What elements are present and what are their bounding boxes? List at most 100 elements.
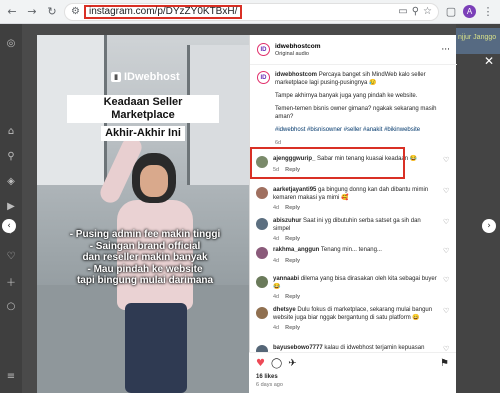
comment-row: dhetsye Dulu fokus di marketplace, sekar… (256, 307, 451, 333)
post-details-panel: ID idwebhostcom Original audio ··· ID id… (249, 35, 457, 393)
audio-label[interactable]: Original audio (275, 51, 436, 57)
browser-toolbar: ← → ↻ ⚙ instagram.com/p/DYzZY0KTBxH/ ▭ ⚲… (0, 0, 500, 24)
avatar[interactable]: ID (257, 43, 270, 56)
menu-icon[interactable]: ≡ (4, 369, 18, 383)
reply-button[interactable]: Reply (285, 294, 300, 302)
caption-time: 6d (275, 140, 282, 146)
brand-logo-icon: ▮ (111, 72, 121, 82)
cast-icon[interactable]: ▭ (398, 6, 407, 17)
comment-time: 4d (273, 205, 280, 211)
avatar[interactable]: A (463, 5, 476, 18)
likes-count[interactable]: 16 likes (256, 374, 449, 380)
brand-name: IDwebhost (124, 71, 180, 83)
comment-like-icon[interactable]: ♡ (443, 276, 451, 302)
comment-time: 4d (273, 294, 280, 300)
avatar[interactable]: ID (257, 71, 270, 84)
comment-text: kalau di idwebhost terjamin kepuasan (324, 345, 425, 351)
reply-button[interactable]: Reply (285, 236, 300, 244)
close-icon[interactable]: ✕ (484, 54, 494, 68)
reply-button[interactable]: Reply (285, 205, 300, 213)
avatar[interactable] (256, 276, 268, 288)
avatar[interactable] (256, 307, 268, 319)
home-icon[interactable]: ⌂ (4, 124, 18, 138)
comment-like-icon[interactable]: ♡ (443, 307, 451, 333)
overlay-line: - Mau pindah ke website (87, 263, 203, 275)
comment-username[interactable]: bayusebowo7777 (273, 345, 323, 351)
overlay-line: - Saingan brand official (89, 240, 201, 252)
comment-username[interactable]: yannaabi (273, 276, 299, 282)
caption-hashtags[interactable]: #idwebhost #bisnisowner #seller #anakit … (275, 126, 449, 134)
comment-icon[interactable]: ◯ (271, 358, 282, 369)
overlay-line: - Pusing admin fee makin tinggi (69, 229, 221, 240)
comment-row: abiszuhur Saat ini yg dibutuhin serba sa… (256, 218, 451, 244)
reply-button[interactable]: Reply (285, 258, 300, 266)
comment-highlight (250, 147, 405, 179)
post-time: 6 days ago (256, 382, 283, 388)
overlay-line: dan reseller makin banyak (82, 252, 208, 263)
prev-post-button[interactable]: ‹ (2, 219, 16, 233)
comment-username[interactable]: dhetsye (273, 307, 296, 313)
comment-time: 4d (273, 325, 280, 331)
comment-username[interactable]: abiszuhur (273, 218, 301, 224)
comment-time: 4d (273, 257, 280, 264)
notifications-icon[interactable]: ♡ (4, 249, 18, 263)
avatar[interactable] (256, 247, 268, 259)
forward-icon[interactable]: → (24, 4, 40, 20)
comment-like-icon[interactable]: ♡ (443, 187, 451, 213)
comment-like-icon[interactable]: ♡ (443, 218, 451, 244)
post-username[interactable]: idwebhostcom (275, 43, 436, 50)
create-icon[interactable]: ＋ (4, 274, 18, 289)
address-bar[interactable]: ⚙ instagram.com/p/DYzZY0KTBxH/ ▭ ⚲ ☆ (64, 2, 439, 21)
search-icon[interactable]: ⚲ (412, 6, 419, 17)
overlay-line: tapi bingung mulai darimana (76, 275, 214, 286)
caption-line: Tampe akhirnya banyak juga yang pindah k… (275, 93, 418, 99)
comment-time: 4d (273, 236, 280, 242)
headline-line: Keadaan Seller Marketplace (67, 95, 219, 123)
back-icon[interactable]: ← (4, 4, 20, 20)
comment-username[interactable]: aarketjayanti95 (273, 187, 316, 193)
avatar[interactable] (256, 218, 268, 230)
person-pants (125, 303, 187, 393)
star-icon[interactable]: ☆ (423, 6, 432, 17)
instagram-sidebar: ◎ ⌂ ⚲ ◈ ▶ ✈ ♡ ＋ ○ ≡ (0, 24, 22, 393)
person-face (140, 165, 168, 197)
video-headline: Keadaan Seller Marketplace Akhir-Akhir I… (67, 95, 219, 141)
comment-text: Tenang min... tenang... (320, 247, 382, 253)
save-icon[interactable]: ⚑ (440, 358, 449, 369)
share-icon[interactable]: ✈ (288, 358, 296, 369)
tab-search-icon[interactable]: ▢ (443, 4, 459, 20)
more-options-icon[interactable]: ··· (441, 45, 450, 55)
comment-row: aarketjayanti95 ga bingung donng kan dah… (256, 187, 451, 213)
comment-username[interactable]: rakhma_anggun (273, 247, 319, 253)
reels-icon[interactable]: ▶ (4, 199, 18, 213)
url-highlight: instagram.com/p/DYzZY0KTBxH/ (83, 4, 243, 19)
post-caption: ID idwebhostcom Percaya banget sih MindW… (257, 71, 449, 147)
background-banner: njjur Janggo (456, 28, 500, 54)
like-icon[interactable]: ♥ (256, 358, 265, 369)
explore-icon[interactable]: ◈ (4, 174, 18, 188)
instagram-logo-icon[interactable]: ◎ (4, 36, 18, 50)
reply-button[interactable]: Reply (285, 325, 300, 333)
post-video[interactable]: ▮ IDwebhost Keadaan Seller Marketplace A… (37, 35, 249, 393)
comment-row: yannaabi dilema yang bisa dirasakan oleh… (256, 276, 451, 302)
menu-icon[interactable]: ⋮ (480, 4, 496, 20)
profile-icon[interactable]: ○ (4, 299, 18, 313)
next-post-button[interactable]: › (482, 219, 496, 233)
avatar[interactable] (256, 187, 268, 199)
comment-row: rakhma_anggun Tenang min... tenang... 4d R… (256, 247, 451, 265)
comment-text: Dulu fokus di marketplace, sekarang mula… (273, 307, 433, 321)
brand-watermark: ▮ IDwebhost (111, 71, 180, 83)
background-page: njjur Janggo ✕ (456, 24, 500, 393)
site-info-icon[interactable]: ⚙ (71, 6, 80, 17)
video-overlay-text: - Pusing admin fee makin tinggi - Sainga… (45, 229, 245, 287)
search-icon[interactable]: ⚲ (4, 149, 18, 163)
headline-line: Akhir-Akhir Ini (101, 126, 185, 141)
post-actions: ♥ ◯ ✈ ⚑ 16 likes 6 days ago (249, 352, 456, 393)
caption-username[interactable]: idwebhostcom (275, 72, 317, 78)
post-header: ID idwebhostcom Original audio ··· (250, 35, 457, 65)
comment-like-icon[interactable]: ♡ (443, 156, 451, 174)
comment-like-icon[interactable]: ♡ (443, 247, 451, 265)
reload-icon[interactable]: ↻ (44, 4, 60, 20)
caption-line: Temen-temen bisnis owner gimana? ngakak … (275, 106, 437, 120)
url-text[interactable]: instagram.com/p/DYzZY0KTBxH/ (89, 6, 237, 17)
